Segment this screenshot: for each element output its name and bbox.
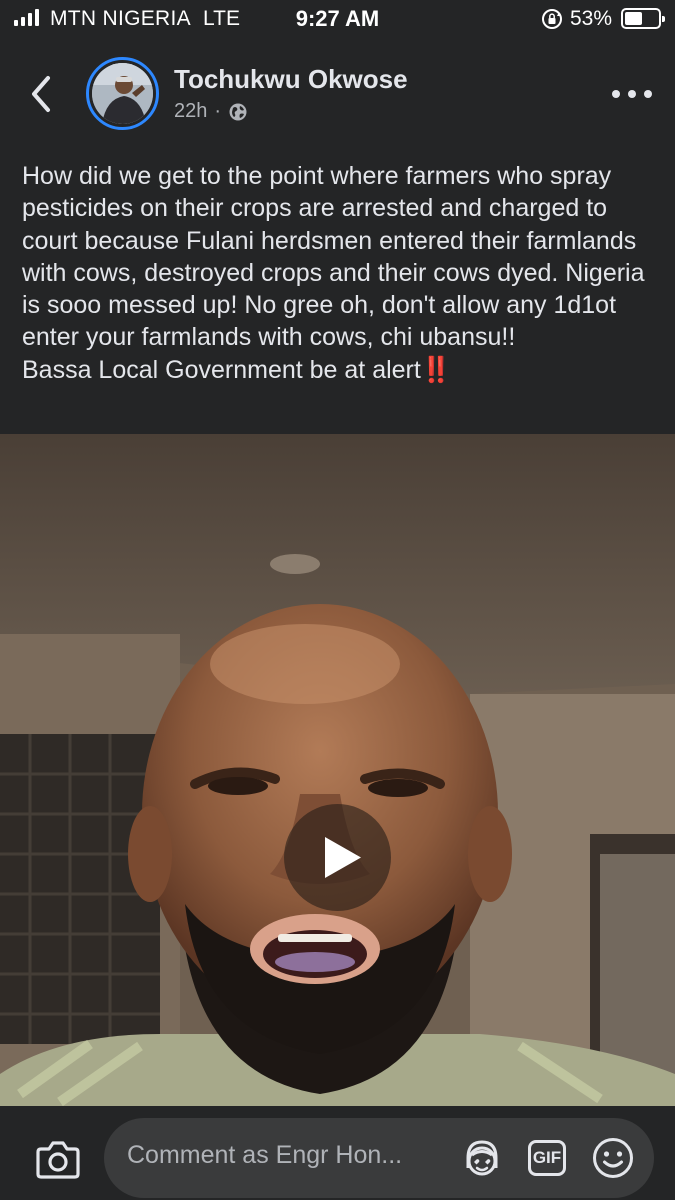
- gif-button[interactable]: GIF: [528, 1140, 566, 1176]
- author-avatar[interactable]: [86, 57, 159, 130]
- comment-placeholder: Comment as Engr Hon...: [127, 1141, 403, 1169]
- battery-percent: 53%: [570, 7, 613, 30]
- post-time[interactable]: 22h: [174, 100, 207, 123]
- double-exclamation-icon: ‼️: [420, 355, 452, 384]
- meta-separator: ·: [214, 100, 222, 122]
- post-meta: 22h ·: [174, 100, 248, 123]
- video-frame: [0, 434, 675, 1106]
- play-button[interactable]: [284, 804, 391, 911]
- dot-icon: [644, 90, 652, 98]
- dot-icon: [612, 90, 620, 98]
- more-options-button[interactable]: [612, 84, 652, 104]
- caption-last-line-text: Bassa Local Government be at alert: [22, 355, 421, 384]
- caption-body: How did we get to the point where farmer…: [22, 162, 645, 352]
- emoji-icon[interactable]: [591, 1136, 635, 1180]
- caption-last-line: Bassa Local Government be at alert‼️: [22, 354, 662, 386]
- camera-icon[interactable]: [36, 1139, 80, 1179]
- dot-icon: [628, 90, 636, 98]
- play-icon: [325, 837, 361, 878]
- avatar-sticker-icon[interactable]: [460, 1136, 504, 1180]
- rotation-lock-icon: [542, 9, 562, 29]
- comment-input[interactable]: Comment as Engr Hon... GIF: [104, 1118, 654, 1198]
- avatar-image: [92, 63, 153, 124]
- back-button[interactable]: [24, 72, 60, 116]
- comment-bar: Comment as Engr Hon... GIF: [0, 1106, 675, 1200]
- battery-icon: [621, 8, 665, 29]
- status-bar: MTN NIGERIA LTE 9:27 AM 53%: [0, 0, 675, 38]
- post-video[interactable]: [0, 434, 675, 1106]
- author-name[interactable]: Tochukwu Okwose: [174, 64, 408, 95]
- avatar: [92, 63, 153, 124]
- globe-icon: [229, 103, 247, 120]
- post-caption: How did we get to the point where farmer…: [22, 160, 662, 386]
